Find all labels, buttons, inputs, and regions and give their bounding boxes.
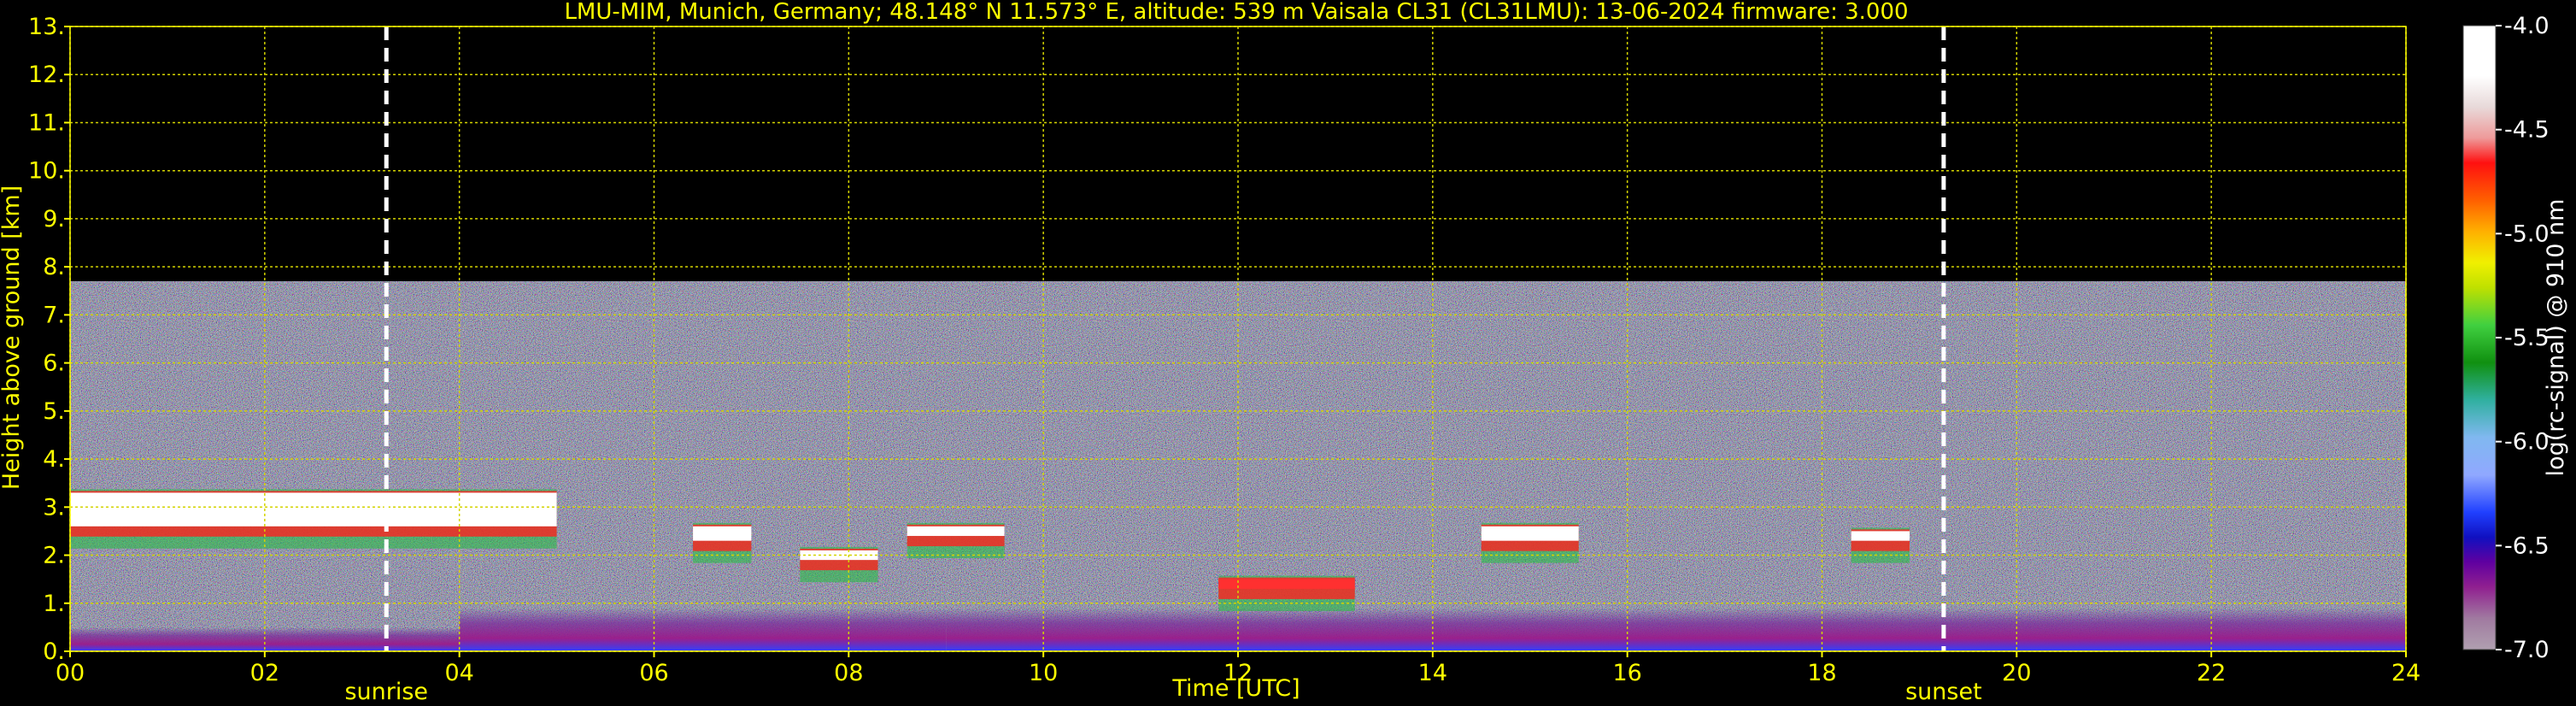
y-tick-label: 11. <box>28 109 65 136</box>
x-tick-label: 18 <box>1807 660 1836 686</box>
x-tick-label: 08 <box>834 660 863 686</box>
cloud-layer <box>907 526 1005 537</box>
y-tick-label: 10. <box>28 158 65 185</box>
y-tick-label: 1. <box>43 591 65 617</box>
cloud-layer <box>693 526 752 541</box>
y-tick-label: 3. <box>43 494 65 521</box>
x-tick-label: 14 <box>1418 660 1447 686</box>
x-tick-label: 04 <box>444 660 473 686</box>
colorbar-tick-label: -4.0 <box>2504 13 2550 39</box>
sunset-label: sunset <box>1905 679 1982 705</box>
boundary-layer-segment <box>459 608 947 651</box>
x-tick-label: 10 <box>1029 660 1058 686</box>
y-tick-label: 7. <box>43 302 65 328</box>
colorbar-tick-label: -4.5 <box>2504 117 2550 144</box>
colorbar: -4.0-4.5-5.0-5.5-6.0-6.5-7.0 <box>2462 13 2550 663</box>
ceilometer-chart: sunrise sunset 00 02 04 06 08 10 12 14 16 18 20 22 24… <box>0 0 2569 705</box>
cloud-layer <box>1481 526 1579 541</box>
y-tick-label: 12. <box>28 62 65 88</box>
x-tick-label: 06 <box>639 660 668 686</box>
y-tick-label: 6. <box>43 350 65 377</box>
y-tick-label: 2. <box>43 543 65 569</box>
sunrise-label: sunrise <box>344 679 428 705</box>
x-tick-label: 16 <box>1612 660 1641 686</box>
colorbar-gradient <box>2462 25 2497 650</box>
x-tick-label: 20 <box>2002 660 2031 686</box>
colorbar-label: log(rc-signal) @ 910 nm <box>2543 199 2569 477</box>
y-axis-label: Height above ground [km] <box>0 185 25 490</box>
y-tick-label: 4. <box>43 446 65 473</box>
y-tick-label: 5. <box>43 398 65 425</box>
x-tick-label: 24 <box>2391 660 2421 686</box>
colorbar-tick-label: -7.0 <box>2504 637 2550 663</box>
colorbar-tick-label: -6.5 <box>2504 532 2550 559</box>
cloud-layer <box>70 492 557 527</box>
chart-title: LMU-MIM, Munich, Germany; 48.148° N 11.5… <box>564 0 1908 25</box>
y-tick-label: 0. <box>43 638 65 665</box>
cloud-layer <box>1218 579 1355 589</box>
cloud-layer <box>1851 531 1910 541</box>
y-tick-label: 13. <box>28 14 65 40</box>
x-tick-label: 02 <box>250 660 279 686</box>
y-tick-label: 9. <box>43 206 65 232</box>
x-tick-label: 22 <box>2197 660 2226 686</box>
y-tick-label: 8. <box>43 254 65 280</box>
x-axis-label: Time [UTC] <box>1171 675 1300 702</box>
boundary-layer-segment <box>946 608 2406 651</box>
